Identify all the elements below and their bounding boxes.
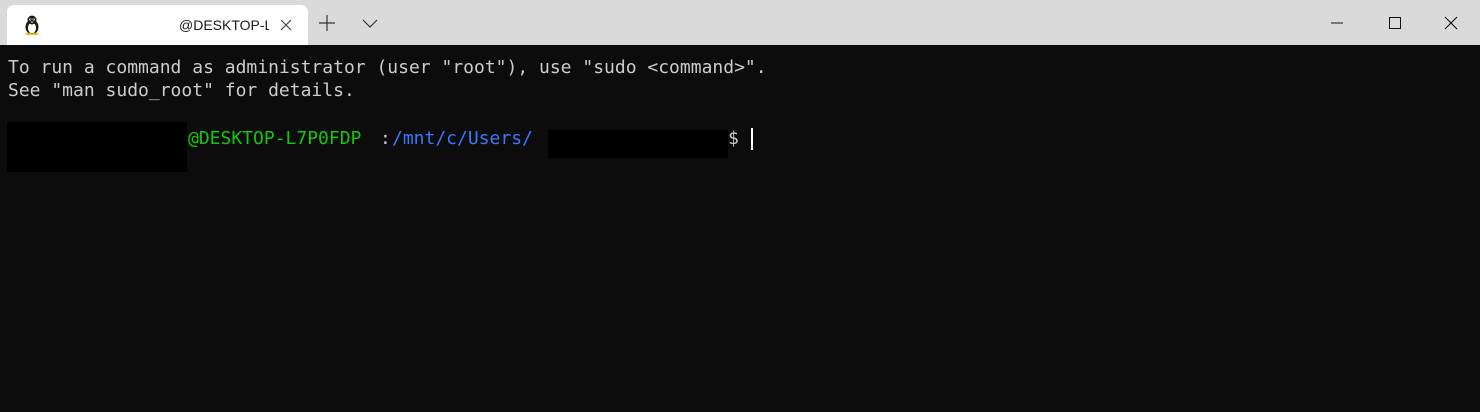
linux-penguin-icon [23, 15, 41, 36]
close-window-button[interactable] [1422, 0, 1480, 45]
close-icon [1444, 16, 1458, 29]
tab-title: @DESKTOP-L7P0FDP [179, 17, 269, 33]
prompt-symbol: $ [728, 128, 739, 149]
maximize-button[interactable] [1366, 0, 1424, 45]
terminal-line: See "man sudo_root" for details. [8, 80, 355, 101]
terminal-line: To run a command as administrator (user … [8, 57, 767, 78]
prompt-path: /mnt/c/Users/ [392, 128, 533, 149]
prompt-line: @DESKTOP-L7P0FDP : /mnt/c/Users/ $ [0, 122, 1480, 172]
close-tab-icon[interactable] [277, 16, 295, 34]
redacted-username [7, 122, 187, 172]
terminal-window: @DESKTOP-L7P0FDP [0, 0, 1480, 412]
terminal-output[interactable]: To run a command as administrator (user … [0, 45, 1480, 412]
redacted-path-segment [548, 130, 728, 158]
chevron-down-icon [362, 19, 378, 28]
title-bar[interactable]: @DESKTOP-L7P0FDP [0, 0, 1480, 45]
prompt-separator: : [380, 128, 391, 149]
maximize-icon [1389, 16, 1401, 29]
plus-icon [319, 15, 335, 31]
new-tab-button[interactable] [316, 12, 338, 34]
minimize-icon [1331, 22, 1343, 23]
text-cursor [751, 128, 753, 150]
tab-terminal[interactable]: @DESKTOP-L7P0FDP [7, 5, 308, 45]
tab-dropdown-button[interactable] [359, 12, 381, 34]
minimize-button[interactable] [1308, 0, 1366, 45]
prompt-host: @DESKTOP-L7P0FDP [188, 128, 362, 149]
